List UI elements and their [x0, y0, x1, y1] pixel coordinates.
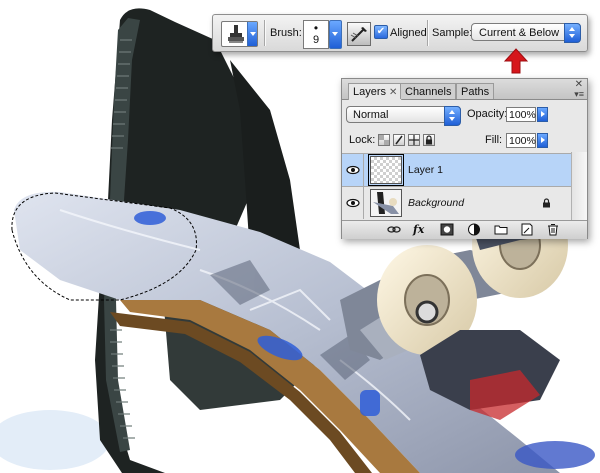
opacity-field[interactable]: 100%	[506, 107, 536, 122]
brush-tip-icon: •	[313, 21, 319, 35]
clone-stamp-icon	[228, 25, 244, 43]
mask-icon	[440, 223, 454, 236]
chevron-down-icon[interactable]	[247, 22, 257, 46]
panel-tab-strip: Layers ✕ Channels Paths ✕ ▾≡	[342, 79, 587, 100]
tab-paths-label: Paths	[461, 86, 490, 98]
brush-size: 9	[312, 34, 320, 46]
close-icon[interactable]: ✕	[389, 87, 397, 98]
layer-name[interactable]: Background	[408, 197, 464, 209]
lock-icon	[426, 135, 432, 145]
layers-panel: Layers ✕ Channels Paths ✕ ▾≡ Normal Opaci…	[341, 78, 588, 239]
blend-mode-value: Normal	[353, 109, 389, 121]
fill-field[interactable]: 100%	[506, 133, 536, 148]
layer-name[interactable]: Layer 1	[408, 164, 443, 176]
lock-image-pixels-button[interactable]	[393, 134, 405, 146]
sample-label: Sample:	[432, 27, 473, 39]
move-arrows-icon	[409, 135, 419, 145]
panel-menu-icon[interactable]: ▾≡	[574, 89, 584, 100]
layer-visibility-toggle[interactable]	[342, 187, 364, 219]
lock-transparent-pixels-button[interactable]	[378, 134, 390, 146]
opacity-label: Opacity:	[467, 108, 508, 120]
opacity-slider-button[interactable]	[537, 107, 548, 122]
layer-visibility-toggle[interactable]	[342, 154, 364, 186]
new-layer-icon	[521, 223, 533, 236]
adjustment-layer-button[interactable]	[467, 223, 481, 236]
brush-label: Brush:	[270, 27, 302, 39]
separator	[427, 20, 429, 46]
blend-mode-select[interactable]: Normal	[346, 106, 461, 126]
trash-icon	[548, 224, 558, 236]
group-folder-icon	[494, 225, 508, 235]
brush-picker[interactable]: • 9	[303, 20, 329, 49]
fill-slider-button[interactable]	[537, 133, 548, 148]
link-layers-button[interactable]	[387, 223, 401, 236]
new-group-button[interactable]	[494, 223, 508, 236]
lock-position-button[interactable]	[408, 134, 420, 146]
layer-row-layer-1[interactable]: Layer 1	[342, 153, 571, 186]
new-layer-button[interactable]	[520, 223, 534, 236]
add-mask-button[interactable]	[440, 223, 454, 236]
layers-action-bar: fx	[342, 220, 587, 239]
delete-layer-button[interactable]	[546, 223, 560, 236]
red-arrow-icon	[503, 48, 529, 74]
brush-icon	[395, 135, 403, 145]
layer-lock-icon	[543, 198, 550, 208]
checkerboard-icon	[379, 135, 389, 145]
airbrush-icon	[350, 27, 367, 42]
eye-icon	[346, 165, 360, 175]
eye-icon	[346, 198, 360, 208]
aligned-label: Aligned	[390, 27, 427, 39]
sample-select[interactable]: Current & Below	[471, 23, 581, 43]
link-icon	[387, 226, 401, 233]
tab-channels-label: Channels	[405, 86, 452, 98]
tool-preset-picker[interactable]	[221, 21, 258, 47]
sample-select-value: Current & Below	[479, 27, 560, 39]
layer-thumbnail	[368, 154, 404, 186]
lock-label: Lock:	[349, 134, 376, 146]
tab-paths[interactable]: Paths	[456, 83, 495, 99]
layers-scrollbar[interactable]	[571, 152, 587, 220]
tab-layers[interactable]: Layers ✕	[348, 83, 403, 100]
aligned-checkbox[interactable]: ✔	[374, 25, 388, 39]
select-arrows-icon[interactable]	[564, 23, 581, 43]
clone-stamp-options-bar: Brush: • 9 ✔ Aligned Sample: Current & B…	[212, 14, 588, 52]
select-arrows-icon[interactable]	[444, 106, 461, 126]
layer-row-background[interactable]: Background	[342, 186, 571, 219]
layer-thumbnail	[370, 189, 402, 217]
lock-all-button[interactable]	[423, 134, 435, 146]
skateboard-thumbnail	[371, 190, 401, 216]
adjustment-icon	[468, 223, 480, 236]
tab-layers-label: Layers	[353, 86, 387, 98]
brush-dropdown-button[interactable]	[329, 20, 342, 49]
fill-label: Fill:	[485, 134, 503, 146]
airbrush-toggle[interactable]	[347, 22, 371, 46]
tab-channels[interactable]: Channels	[400, 83, 457, 99]
fx-icon[interactable]: fx	[413, 223, 427, 236]
separator	[264, 20, 266, 46]
